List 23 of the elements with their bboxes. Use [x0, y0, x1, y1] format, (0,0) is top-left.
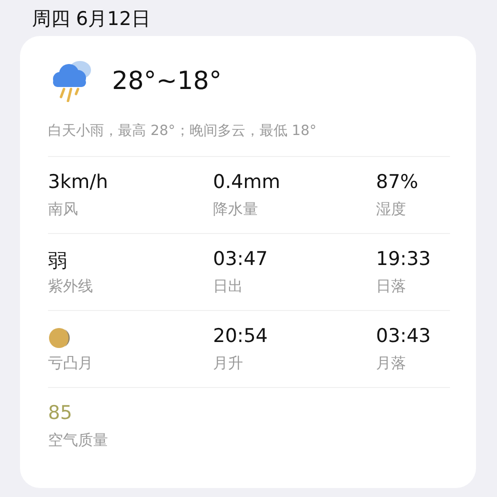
detail-value: 03:43	[376, 325, 431, 349]
detail-label: 紫外线	[48, 277, 93, 296]
detail-value: 03:47	[213, 248, 268, 272]
air-quality-value: 85	[48, 402, 72, 426]
detail-label: 降水量	[213, 200, 258, 219]
date-heading: 周四 6月12日	[31, 7, 152, 32]
detail-label: 日出	[213, 277, 243, 296]
detail-label: 南风	[48, 200, 78, 219]
temperature-range: 28°~18°	[112, 66, 222, 94]
detail-value: 弱	[48, 249, 67, 274]
detail-label: 湿度	[376, 200, 406, 219]
detail-value: 3km/h	[48, 171, 108, 195]
detail-label: 亏凸月	[48, 354, 93, 373]
forecast-summary: 白天小雨，最高 28°；晚间多云，最低 18°	[48, 122, 450, 157]
detail-label: 月升	[213, 354, 243, 373]
detail-label: 空气质量	[48, 431, 108, 450]
detail-label: 日落	[376, 277, 406, 296]
detail-value: 87%	[376, 171, 418, 195]
detail-value: 20:54	[213, 325, 268, 349]
detail-value: 0.4mm	[213, 171, 280, 195]
detail-value: 19:33	[376, 248, 431, 272]
detail-label: 月落	[376, 354, 406, 373]
moon-icon	[48, 327, 70, 349]
